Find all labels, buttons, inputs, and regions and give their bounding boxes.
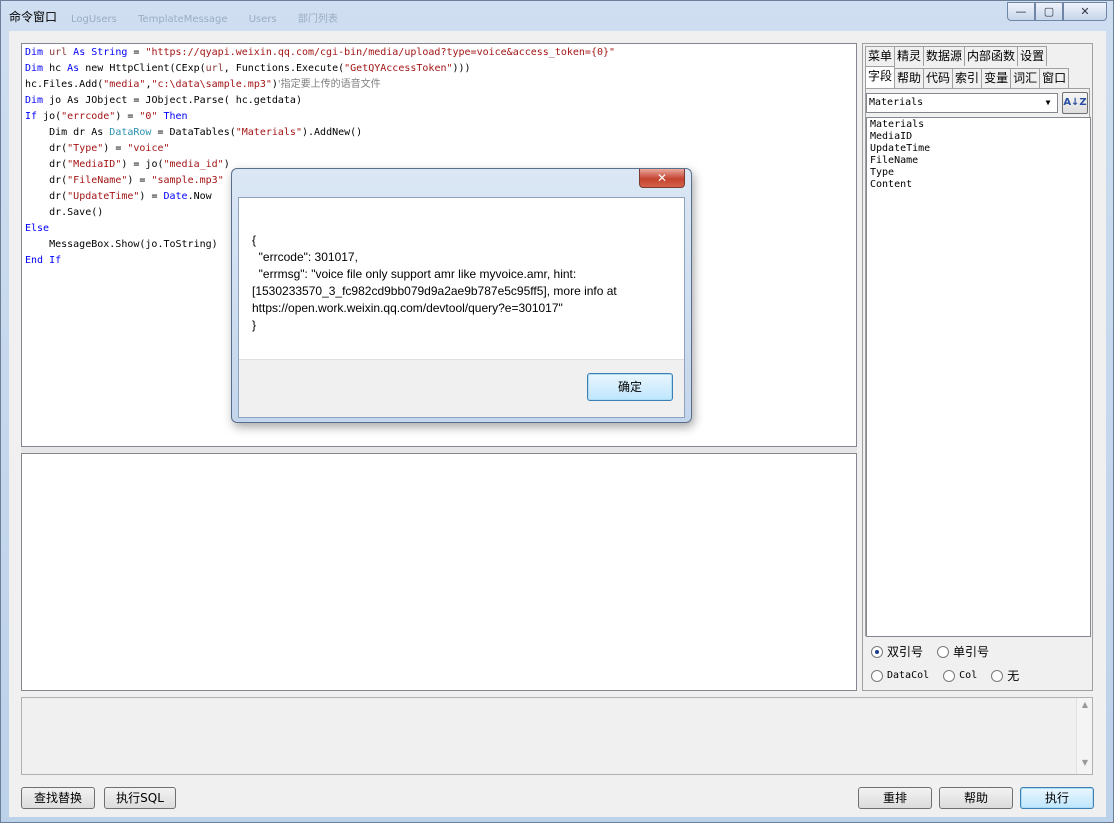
tab-datasource[interactable]: 数据源 (923, 46, 966, 66)
column-options: DataCol Col 无 (871, 667, 1033, 684)
close-button[interactable]: ✕ (1063, 2, 1107, 21)
ghost-tab: Users (248, 14, 277, 25)
close-icon: ✕ (656, 171, 668, 185)
message-line: "errmsg": "voice file only support amr l… (252, 267, 577, 281)
log-pane[interactable]: ▲ ▼ (21, 697, 1093, 775)
radio-none[interactable]: 无 (991, 667, 1019, 684)
message-box: ✕ { "errcode": 301017, "errmsg": "voice … (231, 168, 692, 423)
tab-menu[interactable]: 菜单 (865, 46, 896, 66)
find-replace-button[interactable]: 查找替换 (21, 787, 95, 809)
list-item[interactable]: Type (870, 167, 1087, 179)
tab-row-2: 字段 帮助 代码 索引 变量 词汇 窗口 (865, 66, 1070, 88)
message-line: } (252, 318, 257, 332)
radio-unchecked-icon (943, 669, 956, 682)
list-item[interactable]: FileName (870, 155, 1087, 167)
help-button[interactable]: 帮助 (939, 787, 1013, 809)
tab-wizard[interactable]: 精灵 (894, 46, 925, 66)
message-line: { (252, 233, 257, 247)
client-area: Dim url As String = "https://qyapi.weixi… (9, 31, 1106, 817)
code-line: dr("Type") = "voice" (25, 143, 170, 154)
list-item[interactable]: MediaID (870, 131, 1087, 143)
minimize-icon: — (1015, 5, 1027, 18)
sort-az-icon: A↓Z (1063, 97, 1087, 108)
tab-settings[interactable]: 设置 (1017, 46, 1048, 66)
code-line: Dim hc As new HttpClient(CExp(url, Funct… (25, 63, 471, 74)
ghost-tab: TemplateMessage (138, 14, 228, 25)
message-line: [1530233570_3_fc982cd9bb079d9a2ae9b787e5… (252, 284, 617, 298)
tab-code[interactable]: 代码 (923, 68, 954, 88)
code-line: Dim dr As DataRow = DataTables("Material… (25, 127, 363, 138)
table-select[interactable]: Materials ▼ (866, 93, 1058, 113)
tab-window[interactable]: 窗口 (1039, 68, 1070, 88)
code-line: hc.Files.Add("media","c:\data\sample.mp3… (25, 79, 381, 90)
list-item[interactable]: Content (870, 179, 1087, 191)
radio-single-quote[interactable]: 单引号 (937, 643, 989, 660)
exec-sql-button[interactable]: 执行SQL (104, 787, 176, 809)
radio-unchecked-icon (937, 645, 950, 658)
tab-vocabulary[interactable]: 词汇 (1010, 68, 1041, 88)
execute-button[interactable]: 执行 (1020, 787, 1094, 809)
maximize-icon: ▢ (1043, 5, 1055, 18)
window-controls: — ▢ ✕ (1007, 2, 1107, 21)
tab-help[interactable]: 帮助 (894, 68, 925, 88)
tab-fields[interactable]: 字段 (865, 66, 896, 88)
code-line: If jo("errcode") = "0" Then (25, 111, 188, 122)
code-line: Dim jo As JObject = JObject.Parse( hc.ge… (25, 95, 302, 106)
window-title: 命令窗口 (9, 10, 58, 24)
message-line: "errcode": 301017, (252, 250, 358, 264)
output-pane[interactable] (21, 453, 857, 691)
field-list[interactable]: Materials MediaID UpdateTime FileName Ty… (866, 117, 1091, 637)
command-window: 命令窗口 LogUsers TemplateMessage Users 部门列表… (0, 0, 1114, 823)
ghost-tab: LogUsers (71, 14, 117, 25)
dialog-message: { "errcode": 301017, "errmsg": "voice fi… (252, 232, 672, 334)
table-select-value: Materials (869, 97, 924, 108)
ghost-tab: 部门列表 (297, 14, 338, 25)
background-tabs: LogUsers TemplateMessage Users 部门列表 (71, 10, 356, 25)
scroll-up-icon[interactable]: ▲ (1077, 700, 1093, 714)
dialog-footer: 确定 (239, 359, 684, 417)
tab-index[interactable]: 索引 (952, 68, 983, 88)
log-scrollbar[interactable]: ▲ ▼ (1076, 698, 1092, 774)
scroll-down-icon[interactable]: ▼ (1077, 758, 1093, 772)
tab-variables[interactable]: 变量 (981, 68, 1012, 88)
maximize-button[interactable]: ▢ (1035, 2, 1063, 21)
radio-col[interactable]: Col (943, 669, 977, 682)
radio-checked-icon (871, 645, 883, 658)
rearrange-button[interactable]: 重排 (858, 787, 932, 809)
quote-options: 双引号 单引号 (871, 643, 1003, 660)
list-item[interactable]: Materials (870, 119, 1087, 131)
radio-datacol[interactable]: DataCol (871, 669, 929, 682)
title-bar[interactable]: 命令窗口 LogUsers TemplateMessage Users 部门列表… (1, 1, 1113, 31)
code-line: Dim url As String = "https://qyapi.weixi… (25, 47, 616, 58)
list-item[interactable]: UpdateTime (870, 143, 1087, 155)
dialog-body: { "errcode": 301017, "errmsg": "voice fi… (238, 197, 685, 418)
ok-button[interactable]: 确定 (587, 373, 673, 401)
radio-double-quote[interactable]: 双引号 (871, 643, 923, 660)
radio-unchecked-icon (871, 669, 883, 682)
fields-tab-body: Materials ▼ A↓Z Materials MediaID Update… (865, 88, 1091, 637)
close-icon: ✕ (1080, 5, 1090, 18)
helper-panel: 菜单 精灵 数据源 内部函数 设置 字段 帮助 代码 索引 变量 词汇 窗口 M… (862, 43, 1093, 691)
radio-unchecked-icon (991, 669, 1004, 682)
message-line: https://open.work.weixin.qq.com/devtool/… (252, 301, 563, 315)
tab-row-1: 菜单 精灵 数据源 内部函数 设置 (865, 46, 1048, 66)
chevron-down-icon: ▼ (1045, 98, 1051, 107)
dialog-close-button[interactable]: ✕ (639, 169, 685, 188)
sort-button[interactable]: A↓Z (1062, 92, 1088, 114)
tab-functions[interactable]: 内部函数 (964, 46, 1019, 66)
minimize-button[interactable]: — (1007, 2, 1035, 21)
